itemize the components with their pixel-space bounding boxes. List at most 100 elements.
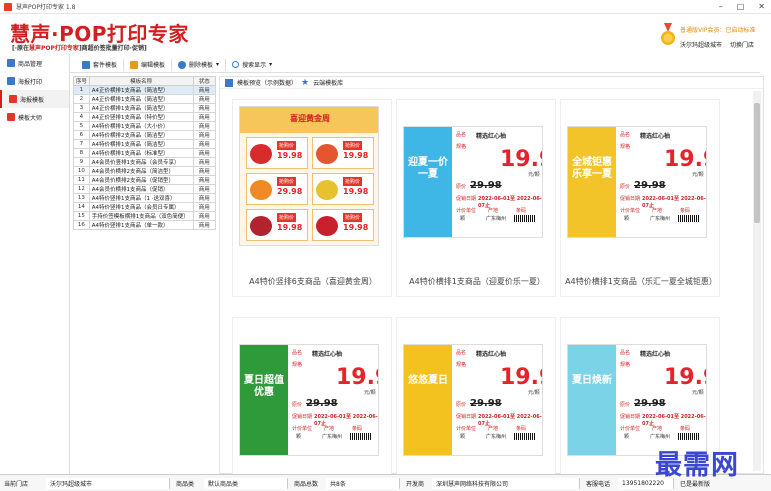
poster-side-banner: 悠悠夏日 [404,345,452,455]
template-card[interactable]: 夏日超值优惠 品名 精选红心柚 规格 19.98 元/颗 原价 29.98 促销… [232,317,392,477]
table-row[interactable]: 1 A4正价横排1支商品（简洁型） 商用 [73,85,217,95]
print-icon [7,77,15,85]
template-name: 手持价签模板横排1支商品（双色简便） [88,211,194,221]
table-row[interactable]: 2 A4正价横排1支商品（简洁型） 商用 [73,94,217,104]
poster-unit: 元/颗 [692,172,704,178]
search-icon [232,61,240,68]
poster-theme: 夏日焕新 [572,375,612,386]
template-status: 商用 [192,202,217,212]
table-row[interactable]: 12 A4会员价横排1支商品（促销） 商用 [73,184,217,194]
pencil-icon [130,60,139,69]
chevron-down-icon: ▾ [269,61,273,68]
template-card[interactable]: 全城钜惠乐享一夏 品名 精选红心柚 规格 19.98 元/颗 原价 29.98 … [560,99,720,297]
poster-field-label: 计价单位 [620,208,641,214]
col-header-name[interactable]: 模板名称 [88,76,194,86]
table-row[interactable]: 6 A4特价横排2支商品（简洁型） 商用 [73,130,217,140]
poster-field-label: 产地 [652,208,663,214]
tab-cloud-library[interactable]: 云端模板库 [313,78,343,87]
sidebar-item-poster-print[interactable]: 海报打印 [0,72,69,90]
close-button[interactable]: ✕ [758,2,765,11]
template-thumbnail: 迎夏一价一夏 品名 精选红心柚 规格 19.98 元/颗 原价 29.98 促销… [403,126,543,238]
row-number: 13 [73,193,90,203]
row-number: 3 [73,103,90,113]
sidebar-item-poster-template[interactable]: 海报模板 [0,90,69,108]
table-row[interactable]: 15 手持价签模板横排1支商品（双色简便） 商用 [73,211,217,221]
poster-side-banner: 夏日焕新 [568,345,616,455]
edit-template-button[interactable]: 编辑模板 [124,58,173,71]
table-row[interactable]: 10 A4会员价横排2支商品（简洁型） 商用 [73,166,217,176]
grid-price: 29.98 [277,187,303,196]
template-card[interactable]: 喜迎黄金周 抢购价 19.98 抢购价 19.98 抢购价 29.98 抢购价 19.98 抢购… [232,99,392,297]
template-status: 商用 [192,103,217,113]
table-row[interactable]: 11 A4会员价横排2支商品（促销型） 商用 [73,175,217,185]
poster-price: 19.98 [500,147,542,172]
delete-template-button[interactable]: 删除模板 ▾ [172,58,227,71]
preview-icon [225,78,233,87]
fruit-image [250,180,272,200]
grid-price: 19.98 [343,151,369,160]
table-row[interactable]: 4 A4正价竖排1支商品（特价型） 商用 [73,112,217,122]
toolbar: 套件模板 编辑模板 删除模板 ▾ 搜索显示 ▾ [70,57,760,73]
grid-price: 19.98 [343,223,369,232]
poster-field-label: 规格 [456,362,467,368]
sidebar-item-products[interactable]: 商品管理 [0,54,69,72]
table-row[interactable]: 16 A4特价竖排1支商品（单一款） 商用 [73,220,217,230]
template-status: 商用 [192,157,217,167]
table-row[interactable]: 13 A4特价竖排1支商品（1 ·送双喜） 商用 [73,193,217,203]
poster-field-label: 规格 [620,144,631,150]
table-row[interactable]: 5 A4特价横排1支商品（大小价） 商用 [73,121,217,131]
switch-store-button[interactable]: 切换门店 [730,40,754,49]
barcode-icon [678,433,700,440]
template-status: 商用 [192,175,217,185]
template-status: 商用 [192,166,217,176]
search-display-button[interactable]: 搜索显示 ▾ [226,59,278,71]
poster-side-banner: 迎夏一价一夏 [404,127,452,237]
template-status: 商用 [192,112,217,122]
template-status: 商用 [192,193,217,203]
template-thumbnail: 全城钜惠乐享一夏 品名 精选红心柚 规格 19.98 元/颗 原价 29.98 … [567,126,707,238]
table-row[interactable]: 7 A4特价横排1支商品（简洁型） 商用 [73,139,217,149]
template-card[interactable]: 悠悠夏日 品名 精选红心柚 规格 19.98 元/颗 原价 29.98 促销日期… [396,317,556,477]
template-name: A4会员价横排2支商品（简洁型） [88,166,194,176]
poster-field-label: 计价单位 [456,426,477,432]
vertical-scrollbar[interactable] [753,91,761,471]
poster-old-price: 29.98 [634,180,666,191]
poster-field-value: 广东梅州 [486,216,507,222]
poster-field-label: 原价 [456,402,467,408]
sidebar: 商品管理 海报打印 海报模板 模板大师 [0,54,70,474]
col-header-no[interactable]: 序号 [73,76,90,86]
poster-field-label: 品名 [456,132,467,138]
scrollbar-thumb[interactable] [754,103,760,223]
poster-old-price: 29.98 [634,398,666,409]
poster-product: 精选红心柚 [476,133,507,140]
template-icon [9,95,17,103]
template-name: A4会员价横排2支商品（促销型） [88,175,194,185]
grid-product: 抢购价 29.98 [246,173,308,205]
table-row[interactable]: 3 A4正价横排1支商品（简洁型） 商用 [73,103,217,113]
row-number: 12 [73,184,90,194]
sidebar-item-template-master[interactable]: 模板大师 [0,108,69,126]
table-row[interactable]: 9 A4会员价竖排1支商品（会员专享） 商用 [73,157,217,167]
table-row[interactable]: 8 A4特价横排1支商品（标准型） 商用 [73,148,217,158]
maximize-button[interactable]: □ [737,2,745,11]
minimize-button[interactable]: – [719,2,723,11]
suite-template-button[interactable]: 套件模板 [76,58,125,71]
template-name: A4正价横排1支商品（简洁型） [88,85,194,95]
poster-field-value: 颗 [624,216,630,222]
table-row[interactable]: 14 A4特价竖排1支商品（会员日专属） 商用 [73,202,217,212]
template-card-label: A4特价竖排6支商品（喜迎黄金周） [249,277,377,286]
template-card[interactable]: 迎夏一价一夏 品名 精选红心柚 规格 19.98 元/颗 原价 29.98 促销… [396,99,556,297]
vip-status: 普通版VIP会员：已启动标准 [680,27,756,34]
poster-field-label: 原价 [456,184,467,190]
tab-preview[interactable]: 模板预览（示例数据） [237,78,297,87]
chevron-down-icon: ▾ [216,61,220,68]
col-header-status[interactable]: 状态 [192,76,217,86]
poster-side-banner: 夏日超值优惠 [240,345,288,455]
poster-field-value: 颗 [624,434,630,440]
fruit-image [250,216,272,236]
delete-icon [178,60,187,69]
poster-price: 19.98 [336,365,378,390]
store-link[interactable]: 沃尔玛超级城市 [680,40,722,49]
button-label: 套件模板 [93,62,118,69]
template-name: A4特价竖排1支商品（单一款） [88,220,194,230]
